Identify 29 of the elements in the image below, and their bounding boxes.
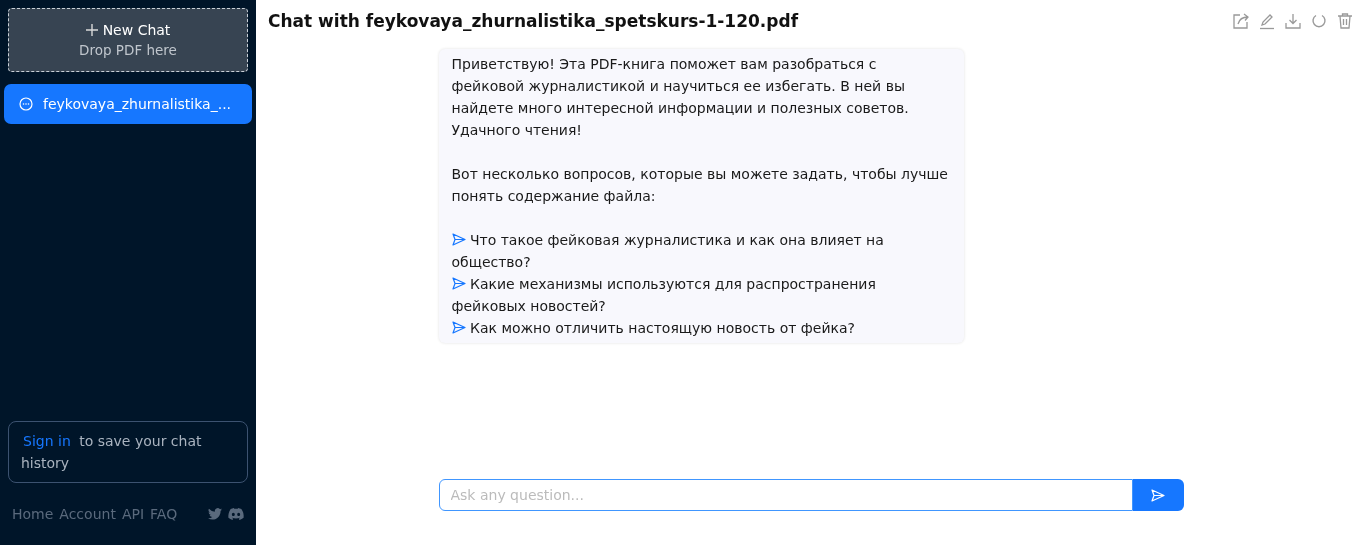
- suggested-question[interactable]: Какие механизмы используются для распространения фейковых новостей?: [451, 273, 952, 317]
- send-icon: [451, 233, 466, 246]
- footer-link[interactable]: Account: [59, 506, 116, 522]
- plus-icon: [85, 24, 98, 36]
- message-text: Вот несколько вопросов, которые вы можете задать, чтобы лучше понять содержание файла:: [451, 165, 949, 206]
- message-text: Приветствую! Эта PDF-книга поможет вам разобраться с фейковой журналистикой и научиться ее избегать. В ней вы найдете много интересной информации и полезных советов. Удачного чтения!: [451, 55, 910, 140]
- send-button[interactable]: [1132, 479, 1184, 511]
- suggested-question[interactable]: Что такое фейковая журналистика и как она влияет на общество?: [451, 229, 952, 273]
- send-icon: [1151, 488, 1165, 502]
- download-icon[interactable]: [1284, 12, 1302, 30]
- pencil-icon[interactable]: [1258, 12, 1276, 30]
- bird-icon[interactable]: [208, 508, 222, 520]
- chat-title: Chat with feykovaya_zhurnalistika_spetskurs-1-120.pdf: [268, 11, 800, 31]
- chat-bubble-icon: [19, 97, 33, 111]
- question-input[interactable]: Ask any question...: [438, 479, 1133, 511]
- game-controller-icon[interactable]: [228, 508, 244, 520]
- footer-link[interactable]: Home: [12, 506, 54, 522]
- refresh-icon[interactable]: [1310, 12, 1328, 30]
- chat-item[interactable]: feykovaya_zhurnalistika_...: [4, 84, 252, 124]
- suggested-question[interactable]: Как можно отличить настоящую новость от фейка?: [451, 317, 952, 339]
- sign-in-link[interactable]: Sign in: [23, 433, 71, 449]
- send-icon: [451, 321, 466, 334]
- trash-icon[interactable]: [1336, 12, 1354, 30]
- footer-link[interactable]: API: [121, 506, 145, 522]
- sign-in-notice: Sign in to save your chat history: [8, 421, 248, 483]
- send-icon: [451, 277, 466, 290]
- share-icon[interactable]: [1232, 12, 1250, 30]
- footer-link[interactable]: FAQ: [150, 506, 178, 522]
- new-chat-button[interactable]: New Chat Drop PDF here: [8, 8, 248, 72]
